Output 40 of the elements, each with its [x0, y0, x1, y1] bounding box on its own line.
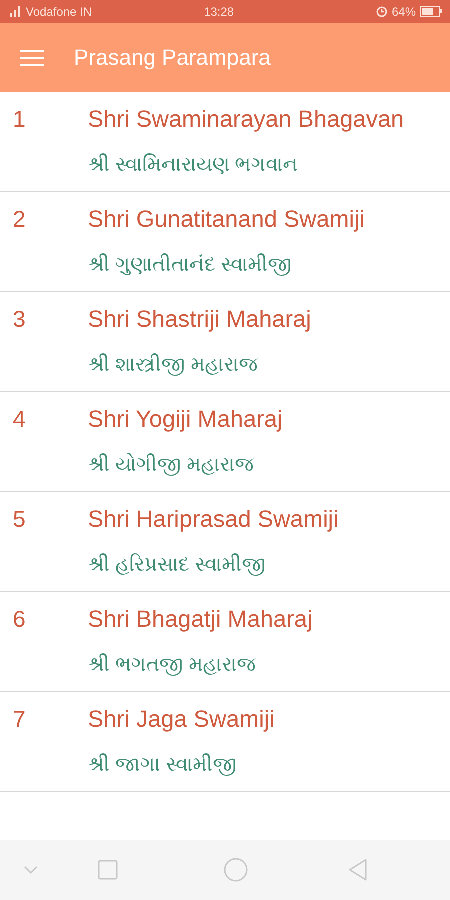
item-title: Shri Yogiji Maharaj: [88, 405, 283, 434]
list-item[interactable]: 1 Shri Swaminarayan Bhagavan શ્રી સ્વામિનારાયણ ભગવાન: [0, 92, 450, 192]
carrier-name: Vodafone IN: [26, 4, 92, 20]
item-number: 4: [13, 405, 27, 434]
item-subtitle: શ્રી શાસ્ત્રીજી મહારાજ: [88, 352, 260, 378]
home-icon[interactable]: [224, 858, 248, 882]
alarm-icon: [376, 6, 388, 18]
item-title: Shri Gunatitanand Swamiji: [88, 205, 365, 234]
item-subtitle: શ્રી જાગા સ્વામીજી: [88, 752, 238, 778]
list-item[interactable]: 4 Shri Yogiji Maharaj શ્રી યોગીજી મહારાજ: [0, 392, 450, 492]
list-item[interactable]: 3 Shri Shastriji Maharaj શ્રી શાસ્ત્રીજી મહારાજ: [0, 292, 450, 392]
app-title: Prasang Parampara: [74, 44, 271, 72]
list-item[interactable]: 2 Shri Gunatitanand Swamiji શ્રી ગુણાતીતાનંદ સ્વામીજી: [0, 192, 450, 292]
item-number: 2: [13, 205, 27, 234]
item-subtitle: શ્રી ભગતજી મહારાજ: [88, 652, 258, 678]
clock-time: 13:28: [204, 4, 234, 20]
collapse-icon[interactable]: [24, 866, 38, 874]
battery-percent: 64%: [392, 4, 416, 20]
menu-icon[interactable]: [20, 48, 44, 66]
signal-icon: [8, 6, 22, 17]
item-number: 5: [13, 505, 27, 534]
item-subtitle: શ્રી ગુણાતીતાનંદ સ્વામીજી: [88, 252, 294, 278]
item-title: Shri Bhagatji Maharaj: [88, 605, 313, 634]
item-number: 3: [13, 305, 27, 334]
item-title: Shri Hariprasad Swamiji: [88, 505, 339, 534]
recents-icon[interactable]: [98, 860, 118, 880]
battery-icon: [420, 6, 442, 17]
item-subtitle: શ્રી યોગીજી મહારાજ: [88, 452, 256, 478]
list-item[interactable]: 7 Shri Jaga Swamiji શ્રી જાગા સ્વામીજી: [0, 692, 450, 792]
item-title: Shri Shastriji Maharaj: [88, 305, 312, 334]
item-title: Shri Swaminarayan Bhagavan: [88, 105, 404, 134]
item-title: Shri Jaga Swamiji: [88, 705, 275, 734]
list-item[interactable]: 5 Shri Hariprasad Swamiji શ્રી હરિપ્રસાદ સ્વામીજી: [0, 492, 450, 592]
item-number: 7: [13, 705, 27, 734]
item-subtitle: શ્રી સ્વામિનારાયણ ભગવાન: [88, 152, 300, 178]
back-icon[interactable]: [348, 859, 368, 881]
item-number: 1: [13, 105, 27, 134]
list-item[interactable]: 6 Shri Bhagatji Maharaj શ્રી ભગતજી મહારાજ: [0, 592, 450, 692]
item-number: 6: [13, 605, 27, 634]
item-subtitle: શ્રી હરિપ્રસાદ સ્વામીજી: [88, 552, 268, 578]
